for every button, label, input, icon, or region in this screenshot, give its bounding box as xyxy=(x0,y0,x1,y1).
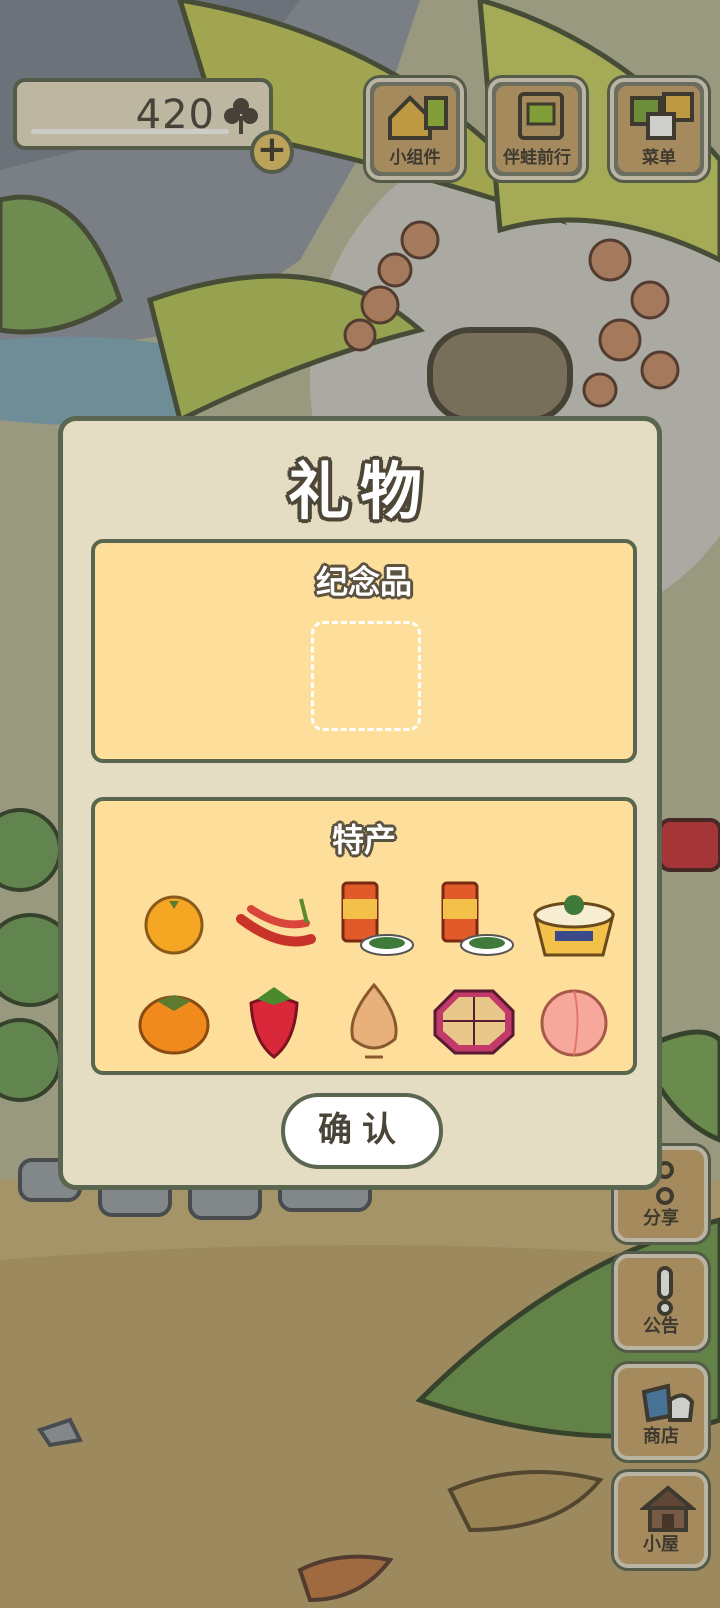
strawberry-icon[interactable] xyxy=(231,977,317,1063)
confirm-button[interactable]: 确认 xyxy=(281,1093,443,1169)
game-screen: 420 + 小组件 伴蛙前行 菜单 分享 公告 商店 小屋 礼物 纪念品 特产 … xyxy=(0,0,720,1608)
noodle-bowl-icon[interactable] xyxy=(531,879,617,965)
onion-icon[interactable] xyxy=(331,977,417,1063)
souvenir-panel: 纪念品 xyxy=(91,539,637,763)
gift-dialog: 礼物 纪念品 特产 确认 xyxy=(58,416,662,1190)
orange-icon[interactable] xyxy=(131,879,217,965)
souvenir-empty-slot[interactable] xyxy=(311,621,421,731)
specialty-label: 特产 xyxy=(331,821,396,859)
specialty-panel: 特产 xyxy=(91,797,637,1075)
canned-drink-snack-icon[interactable] xyxy=(431,879,517,965)
canned-drink-snack-icon[interactable] xyxy=(331,879,417,965)
persimmon-icon[interactable] xyxy=(131,977,217,1063)
bento-box-icon[interactable] xyxy=(431,977,517,1063)
souvenir-label: 纪念品 xyxy=(315,563,412,601)
chili-pepper-icon[interactable] xyxy=(231,879,317,965)
dialog-title: 礼物 xyxy=(287,455,432,528)
peach-icon[interactable] xyxy=(531,977,617,1063)
